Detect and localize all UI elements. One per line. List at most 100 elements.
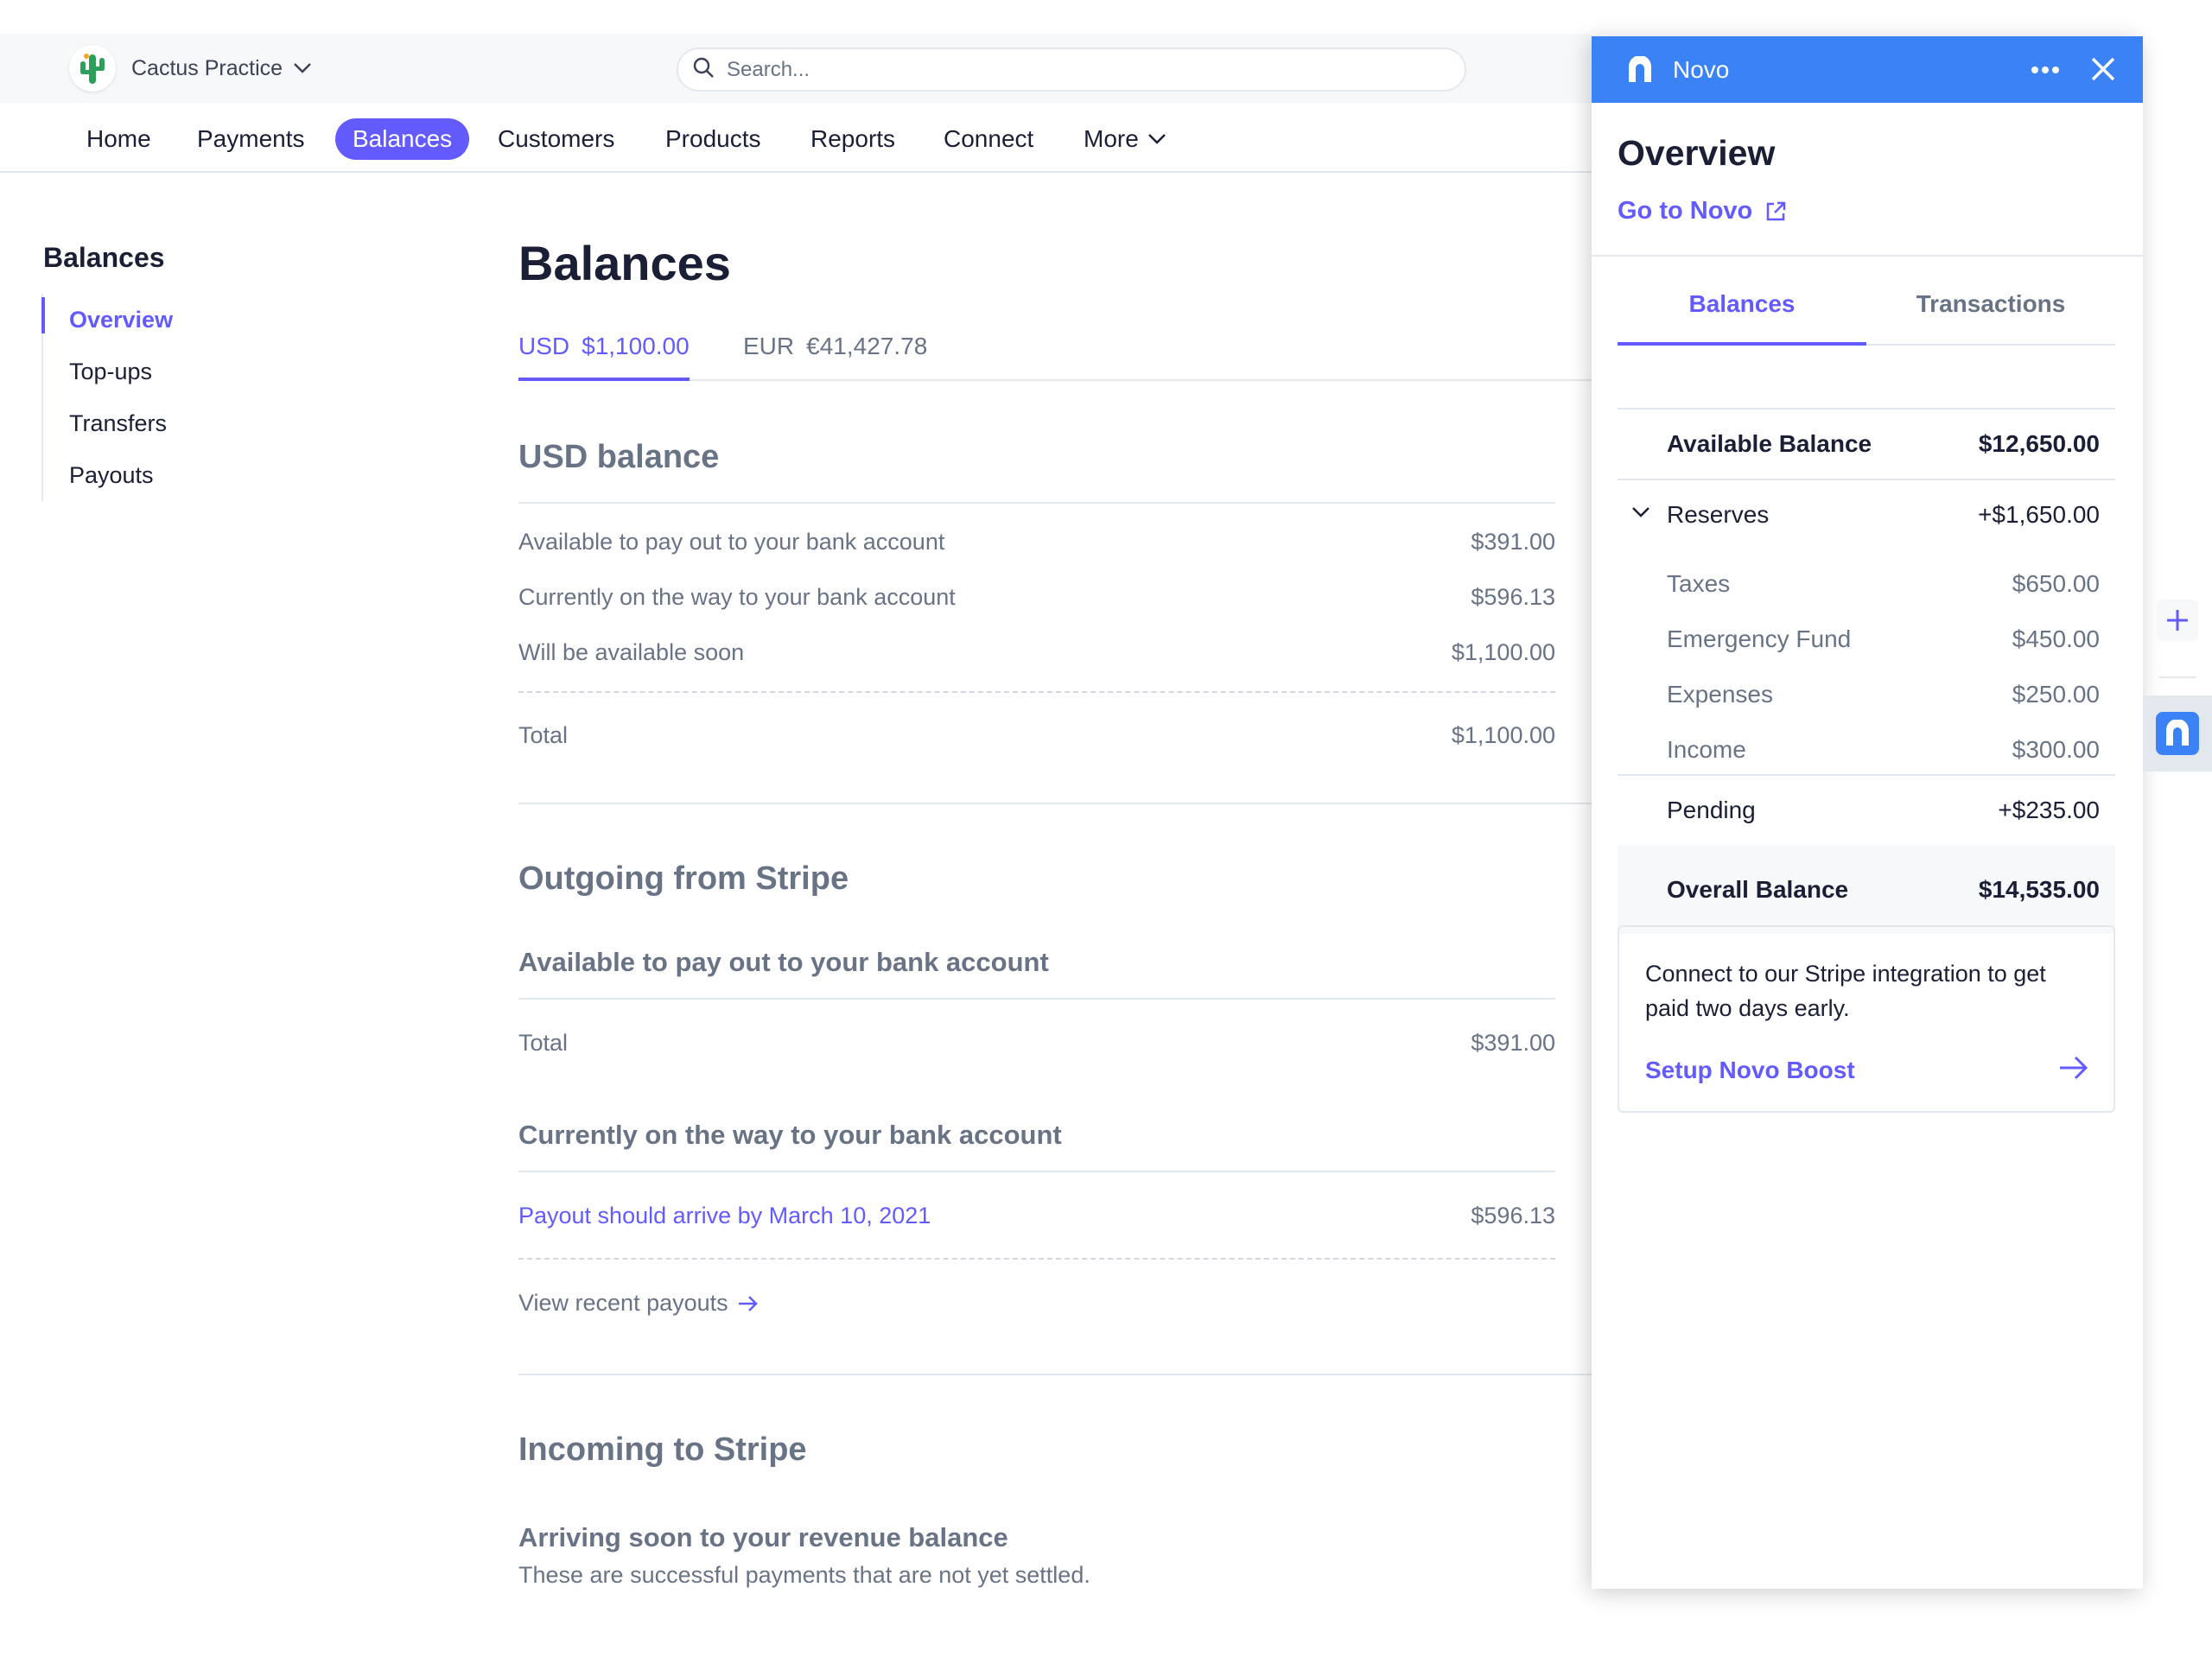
account-name: Cactus Practice xyxy=(131,55,283,80)
nav-products[interactable]: Products xyxy=(648,118,779,160)
reserve-value: $250.00 xyxy=(2012,681,2100,708)
incoming-heading: Incoming to Stripe xyxy=(518,1432,807,1468)
more-options-icon[interactable] xyxy=(2031,54,2060,79)
divider xyxy=(2158,676,2196,678)
account-switcher[interactable]: Cactus Practice xyxy=(69,45,312,92)
setup-novo-boost-link[interactable]: Setup Novo Boost xyxy=(1645,1057,1855,1084)
divider xyxy=(518,1171,1555,1172)
sidebar-item-transfers[interactable]: Transfers xyxy=(43,397,173,449)
payout-link[interactable]: Payout should arrive by March 10, 2021 xyxy=(518,1203,931,1229)
drawer-header: Novo xyxy=(1592,36,2143,103)
available-balance-row: Available Balance $12,650.00 xyxy=(1618,409,2115,479)
usd-total-row: Total $1,100.00 xyxy=(518,722,1555,749)
view-recent-payouts-link[interactable]: View recent payouts xyxy=(518,1290,760,1317)
payout-value: $596.13 xyxy=(1471,1203,1555,1228)
tab-eur-code: EUR xyxy=(743,333,795,359)
close-icon[interactable] xyxy=(2089,55,2117,87)
nav-balances[interactable]: Balances xyxy=(335,118,470,160)
nav-more-label: More xyxy=(1084,125,1139,152)
search-input[interactable] xyxy=(727,57,1435,82)
chevron-down-icon xyxy=(293,62,312,74)
balance-row-value: $596.13 xyxy=(1471,584,1555,610)
outgoing-heading: Outgoing from Stripe xyxy=(518,860,849,897)
reserves-row[interactable]: Reserves +$1,650.00 xyxy=(1618,480,2115,549)
nav-more[interactable]: More xyxy=(1066,118,1184,160)
tab-transactions[interactable]: Transactions xyxy=(1866,287,2115,346)
nav-customers[interactable]: Customers xyxy=(480,118,632,160)
arrow-right-icon xyxy=(737,1294,760,1313)
search-box[interactable] xyxy=(677,48,1466,92)
reserve-row: Expenses $250.00 xyxy=(1618,667,2115,722)
balance-row: Currently on the way to your bank accoun… xyxy=(518,584,1555,611)
divider xyxy=(518,1374,1594,1375)
outgoing-on-way-heading: Currently on the way to your bank accoun… xyxy=(518,1120,1062,1150)
reserve-value: $650.00 xyxy=(2012,570,2100,597)
currency-tabs: USD $1,100.00 EUR €41,427.78 xyxy=(518,333,1594,381)
reserve-label: Emergency Fund xyxy=(1667,625,1852,652)
dashed-divider xyxy=(518,1258,1555,1260)
nav-reports[interactable]: Reports xyxy=(793,118,912,160)
balance-row-label: Will be available soon xyxy=(518,639,745,665)
pending-row: Pending +$235.00 xyxy=(1618,776,2115,845)
sidebar-title: Balances xyxy=(43,242,165,273)
reserve-label: Expenses xyxy=(1667,681,1773,708)
chevron-down-icon[interactable] xyxy=(1631,506,1650,518)
reserve-label: Income xyxy=(1667,736,1746,763)
pending-label: Pending xyxy=(1667,797,1756,823)
tab-usd[interactable]: USD $1,100.00 xyxy=(518,333,690,381)
divider xyxy=(518,998,1555,1000)
outgoing-total-value: $391.00 xyxy=(1471,1030,1555,1056)
outgoing-available-heading: Available to pay out to your bank accoun… xyxy=(518,947,1049,977)
overall-balance-value: $14,535.00 xyxy=(1978,875,2100,903)
reserve-row: Taxes $650.00 xyxy=(1618,556,2115,612)
arrow-right-icon[interactable] xyxy=(2058,1055,2089,1085)
tab-usd-code: USD xyxy=(518,333,570,359)
add-app-button[interactable] xyxy=(2157,600,2198,641)
overall-balance-row: Overall Balance $14,535.00 xyxy=(1618,845,2115,934)
top-bar: Cactus Practice xyxy=(0,34,1592,103)
nav-payments[interactable]: Payments xyxy=(180,118,322,160)
novo-drawer: Novo Overview Go to Novo Balances Transa… xyxy=(1592,36,2143,1589)
balance-row: Will be available soon $1,100.00 xyxy=(518,639,1555,666)
reserves-label: Reserves xyxy=(1667,501,1770,528)
reserve-row: Income $300.00 xyxy=(1618,722,2115,778)
novo-logo-icon xyxy=(1626,55,1654,84)
main-nav: Home Payments Balances Customers Product… xyxy=(0,103,1592,173)
sidebar-item-top-ups[interactable]: Top-ups xyxy=(43,346,173,397)
tab-usd-amount: $1,100.00 xyxy=(582,333,690,359)
boost-text: Connect to our Stripe integration to get… xyxy=(1645,961,2046,1021)
outgoing-total-row: Total $391.00 xyxy=(518,1030,1555,1057)
reserve-row: Emergency Fund $450.00 xyxy=(1618,612,2115,667)
tab-balances[interactable]: Balances xyxy=(1618,287,1866,346)
tab-eur[interactable]: EUR €41,427.78 xyxy=(743,333,927,381)
incoming-sub-heading: Arriving soon to your revenue balance xyxy=(518,1522,1008,1552)
outgoing-total-label: Total xyxy=(518,1030,569,1056)
balance-row-label: Currently on the way to your bank accoun… xyxy=(518,584,956,610)
dashed-divider xyxy=(518,691,1555,693)
novo-app-button[interactable] xyxy=(2143,695,2212,771)
usd-total-label: Total xyxy=(518,722,569,748)
divider xyxy=(518,502,1555,504)
sidebar-item-overview[interactable]: Overview xyxy=(41,294,173,346)
nav-connect[interactable]: Connect xyxy=(926,118,1051,160)
usd-balance-heading: USD balance xyxy=(518,439,720,475)
usd-total-value: $1,100.00 xyxy=(1451,722,1555,748)
go-to-novo-label: Go to Novo xyxy=(1618,197,1753,225)
divider xyxy=(1592,255,2143,257)
drawer-title: Overview xyxy=(1618,133,1776,173)
balance-row-value: $391.00 xyxy=(1471,529,1555,555)
available-balance-value: $12,650.00 xyxy=(1978,430,2100,457)
sidebar-nav: Overview Top-ups Transfers Payouts xyxy=(41,294,173,501)
overall-balance-label: Overall Balance xyxy=(1667,875,1849,903)
incoming-description: These are successful payments that are n… xyxy=(518,1562,1090,1588)
nav-home[interactable]: Home xyxy=(69,118,168,160)
pending-value: +$235.00 xyxy=(1998,797,2100,823)
balance-row: Available to pay out to your bank accoun… xyxy=(518,529,1555,555)
sidebar-item-payouts[interactable]: Payouts xyxy=(43,449,173,501)
available-balance-label: Available Balance xyxy=(1667,430,1872,457)
go-to-novo-link[interactable]: Go to Novo xyxy=(1618,197,1787,225)
tab-eur-amount: €41,427.78 xyxy=(806,333,928,359)
balance-row-label: Available to pay out to your bank accoun… xyxy=(518,529,945,555)
divider xyxy=(518,803,1594,804)
plus-icon xyxy=(2164,607,2190,633)
